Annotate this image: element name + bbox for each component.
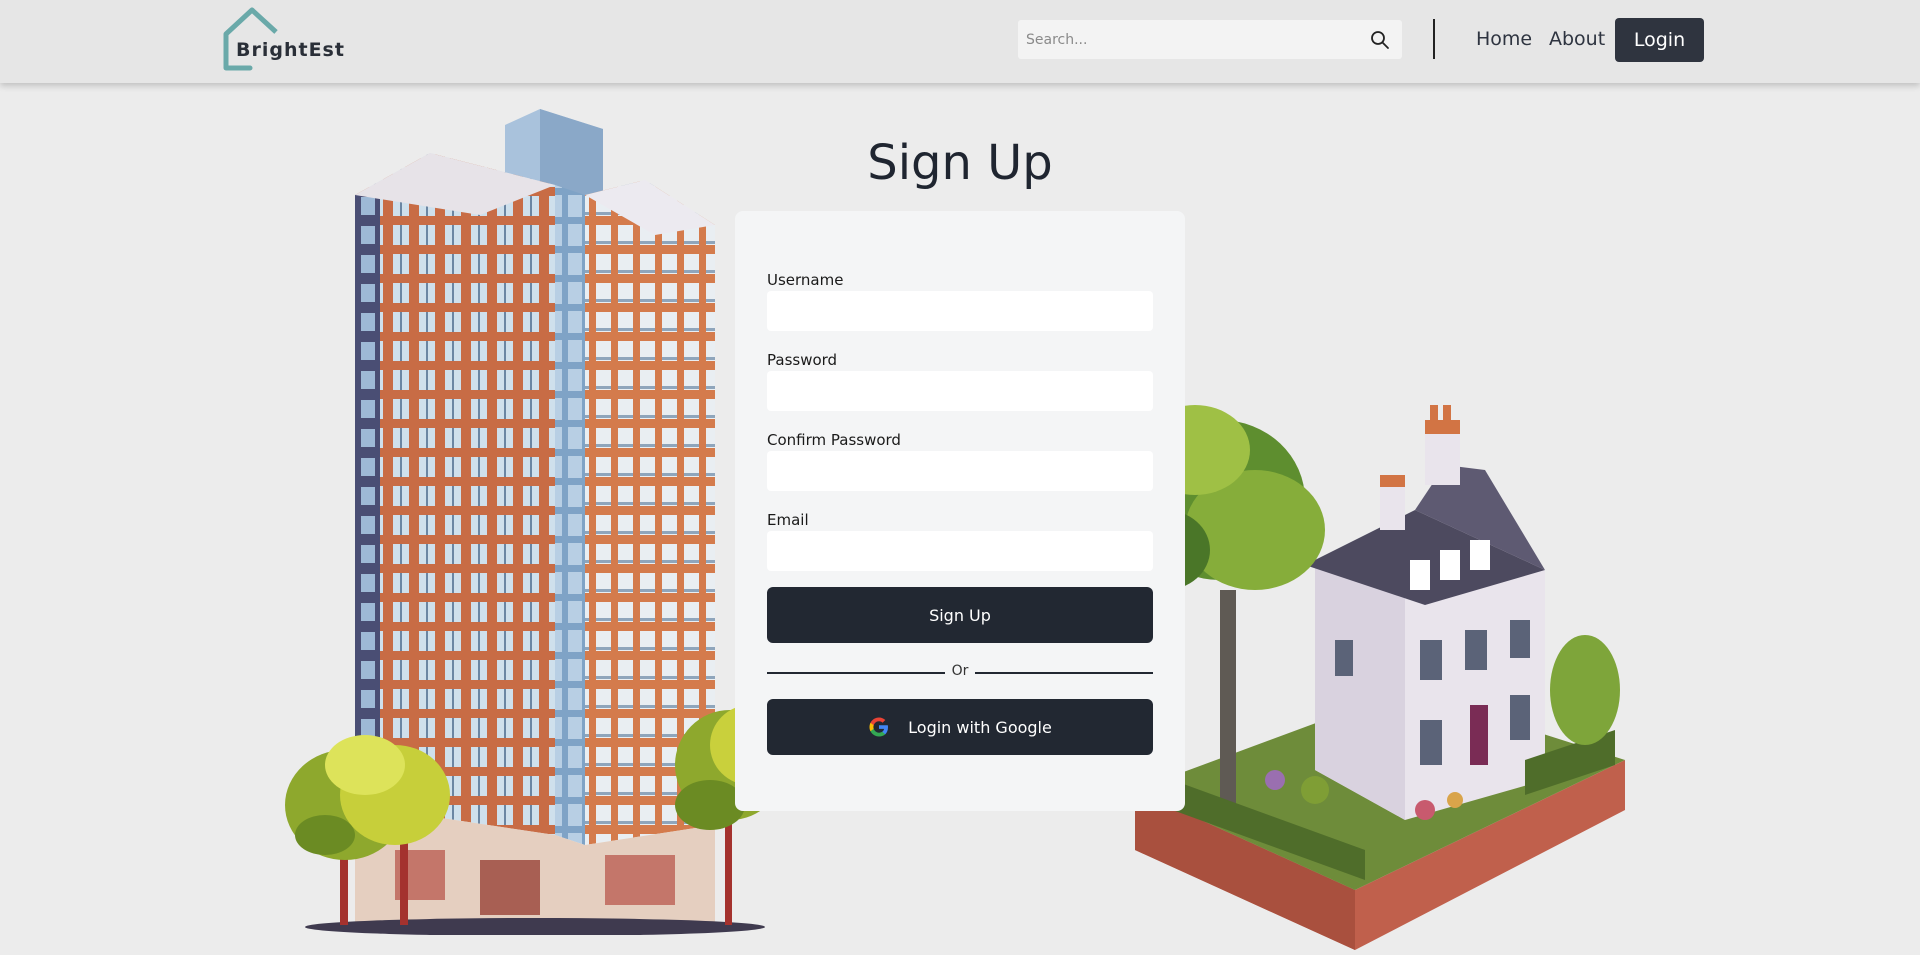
email-input[interactable] bbox=[767, 531, 1153, 571]
divider-line-left bbox=[767, 672, 945, 674]
page-title: Sign Up bbox=[867, 135, 1053, 191]
signup-form-card: Username Password Confirm Password Email… bbox=[735, 211, 1185, 811]
apartment-tower-illustration bbox=[285, 109, 790, 935]
nav-about-link[interactable]: About bbox=[1549, 28, 1605, 50]
username-label: Username bbox=[767, 271, 844, 289]
search-input[interactable] bbox=[1018, 20, 1358, 59]
divider-line-right bbox=[975, 672, 1153, 674]
townhouse-garden-illustration bbox=[1125, 405, 1625, 950]
signup-submit-button[interactable]: Sign Up bbox=[767, 587, 1153, 643]
nav-divider bbox=[1433, 19, 1435, 59]
divider-text: Or bbox=[951, 663, 969, 679]
confirm-password-input[interactable] bbox=[767, 451, 1153, 491]
google-icon bbox=[869, 717, 889, 737]
top-navbar: BrightEst Home About Login bbox=[0, 0, 1920, 83]
password-label: Password bbox=[767, 351, 838, 369]
username-input[interactable] bbox=[767, 291, 1153, 331]
password-input[interactable] bbox=[767, 371, 1153, 411]
confirm-password-label: Confirm Password bbox=[767, 431, 901, 449]
search-icon[interactable] bbox=[1370, 30, 1390, 50]
search-bar bbox=[1018, 20, 1402, 59]
logo-text: BrightEst bbox=[236, 39, 345, 61]
nav-home-link[interactable]: Home bbox=[1476, 28, 1532, 50]
brand-logo[interactable]: BrightEst bbox=[220, 6, 344, 72]
or-divider: Or bbox=[767, 663, 1153, 683]
email-label: Email bbox=[767, 511, 809, 529]
google-login-label: Login with Google bbox=[908, 717, 1052, 737]
login-button[interactable]: Login bbox=[1615, 18, 1704, 62]
google-login-button[interactable]: Login with Google bbox=[767, 699, 1153, 755]
